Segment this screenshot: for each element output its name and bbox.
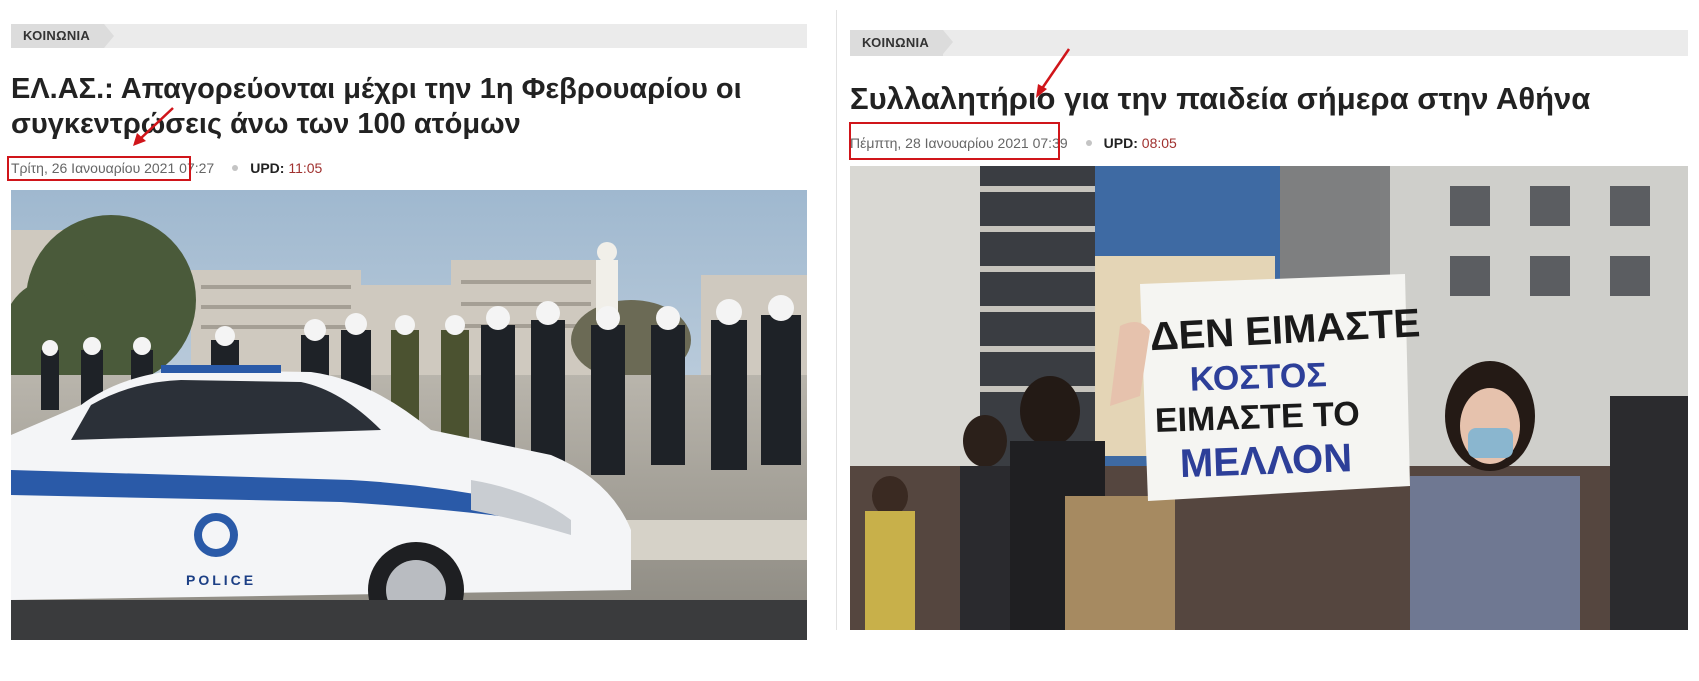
separator-dot (1085, 140, 1092, 147)
car-police-text: POLICE (186, 572, 256, 588)
date-highlight-box (7, 156, 191, 181)
sign-line-3: ΕΙΜΑΣΤΕ ΤΟ (1154, 395, 1360, 440)
sign-line-2: ΚΟΣΤΟΣ (1189, 356, 1327, 399)
police-scene-image: POLICE (11, 190, 807, 640)
update-label: UPD: (250, 160, 285, 176)
article-photo-police[interactable]: POLICE (11, 190, 807, 640)
right-article: ΚΟΙΝΩΝΙΑ Συλλαλητήριο για την παιδεία σή… (837, 0, 1699, 681)
protest-scene-image: ΔΕΝ ΕΙΜΑΣΤΕ ΚΟΣΤΟΣ ΕΙΜΑΣΤΕ ΤΟ ΜΕΛΛΟΝ (850, 166, 1688, 630)
category-bar: ΚΟΙΝΩΝΙΑ (850, 30, 1688, 56)
category-tag[interactable]: ΚΟΙΝΩΝΙΑ (11, 24, 115, 48)
article-headline[interactable]: Συλλαλητήριο για την παιδεία σήμερα στην… (850, 80, 1680, 117)
sign-line-4: ΜΕΛΛΟΝ (1179, 436, 1353, 486)
update-label: UPD: (1103, 135, 1138, 151)
update-time: 08:05 (1141, 135, 1177, 151)
separator-dot (232, 165, 239, 172)
annotation-arrow (133, 107, 174, 146)
update-time: 11:05 (288, 160, 323, 176)
category-bar: ΚΟΙΝΩΝΙΑ (11, 24, 807, 48)
category-tag[interactable]: ΚΟΙΝΩΝΙΑ (850, 30, 954, 56)
date-highlight-box (849, 122, 1060, 160)
annotation-arrow (1036, 48, 1071, 98)
left-article: ΚΟΙΝΩΝΙΑ ΕΛ.ΑΣ.: Απαγορεύονται μέχρι την… (0, 0, 836, 681)
article-photo-protest[interactable]: ΔΕΝ ΕΙΜΑΣΤΕ ΚΟΣΤΟΣ ΕΙΜΑΣΤΕ ΤΟ ΜΕΛΛΟΝ (850, 166, 1688, 630)
